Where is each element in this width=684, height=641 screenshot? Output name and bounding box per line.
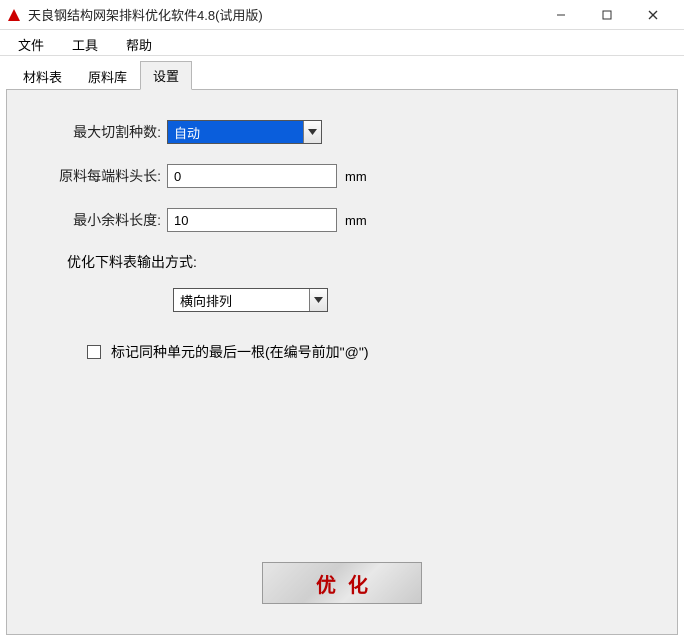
app-window: 天良钢结构网架排料优化软件4.8(试用版) 文件 工具 帮助 材料表 原料库 设… — [0, 0, 684, 641]
window-controls — [538, 0, 676, 30]
row-min-left-len: 最小余料长度: mm — [37, 208, 647, 232]
mark-last-checkbox[interactable] — [87, 345, 101, 359]
max-cut-kinds-select[interactable]: 自动 — [167, 120, 322, 144]
tab-stock-lib[interactable]: 原料库 — [75, 62, 140, 90]
app-icon — [6, 7, 22, 23]
menu-file[interactable]: 文件 — [4, 32, 58, 55]
output-mode-value: 横向排列 — [174, 291, 309, 310]
row-mark-last: 标记同种单元的最后一根(在编号前加"@") — [37, 342, 647, 362]
header-len-input[interactable] — [167, 164, 337, 188]
label-min-left-len: 最小余料长度: — [37, 210, 167, 230]
window-title: 天良钢结构网架排料优化软件4.8(试用版) — [28, 5, 538, 24]
max-cut-kinds-value: 自动 — [168, 123, 303, 142]
min-left-len-input[interactable] — [167, 208, 337, 232]
chevron-down-icon — [309, 289, 327, 311]
minimize-button[interactable] — [538, 0, 584, 30]
titlebar: 天良钢结构网架排料优化软件4.8(试用版) — [0, 0, 684, 30]
menu-help[interactable]: 帮助 — [112, 32, 166, 55]
row-header-len: 原料每端料头长: mm — [37, 164, 647, 188]
min-left-len-unit: mm — [345, 213, 367, 228]
footer: 优化 — [37, 562, 647, 624]
mark-last-label: 标记同种单元的最后一根(在编号前加"@") — [111, 342, 368, 362]
menubar: 文件 工具 帮助 — [0, 30, 684, 56]
maximize-button[interactable] — [584, 0, 630, 30]
tab-material-table[interactable]: 材料表 — [10, 62, 75, 90]
label-output-mode: 优化下料表输出方式: — [37, 252, 647, 272]
close-button[interactable] — [630, 0, 676, 30]
label-header-len: 原料每端料头长: — [37, 166, 167, 186]
tab-settings[interactable]: 设置 — [140, 61, 192, 90]
settings-panel: 最大切割种数: 自动 原料每端料头长: mm 最小余料长度: mm 优化下料表输… — [6, 89, 678, 635]
output-mode-select[interactable]: 横向排列 — [173, 288, 328, 312]
label-max-cut-kinds: 最大切割种数: — [37, 122, 167, 142]
row-output-mode: 横向排列 — [37, 288, 647, 312]
optimize-button[interactable]: 优化 — [262, 562, 422, 604]
row-max-cut-kinds: 最大切割种数: 自动 — [37, 120, 647, 144]
tabbar: 材料表 原料库 设置 — [0, 56, 684, 89]
chevron-down-icon — [303, 121, 321, 143]
header-len-unit: mm — [345, 169, 367, 184]
menu-tools[interactable]: 工具 — [58, 32, 112, 55]
